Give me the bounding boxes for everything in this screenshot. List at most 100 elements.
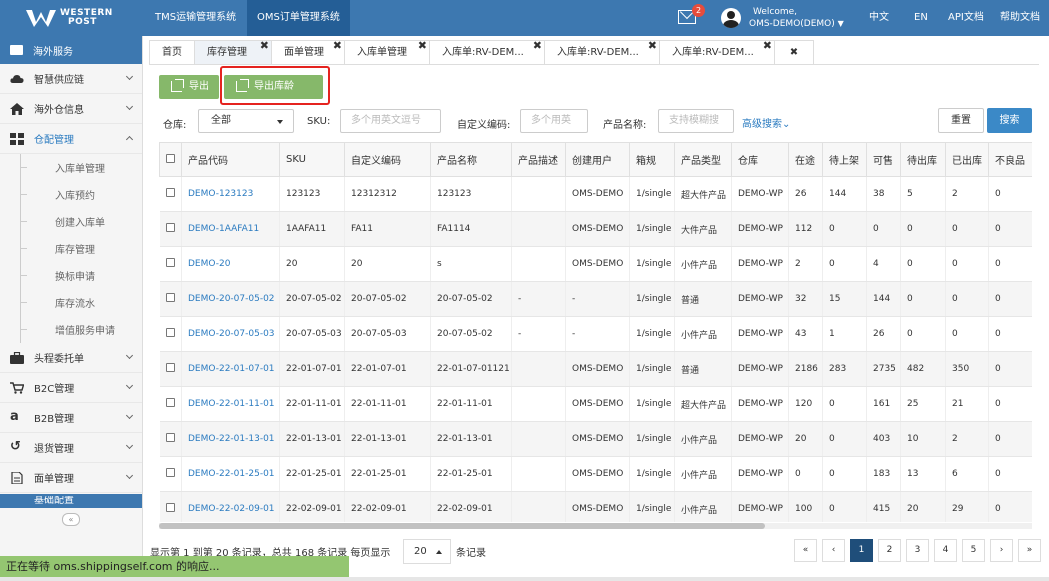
row-checkbox[interactable]: [165, 398, 175, 407]
product-code-link[interactable]: DEMO-1AAFA11: [181, 211, 280, 247]
user-menu[interactable]: Welcome, OMS-DEMO(DEMO) ▼: [749, 7, 844, 30]
api-doc-link[interactable]: API文档: [948, 0, 984, 36]
product-code-link[interactable]: DEMO-22-01-11-01: [181, 386, 280, 422]
row-checkbox-cell[interactable]: [159, 351, 182, 387]
advanced-search-link[interactable]: 高级搜索⌄: [742, 115, 790, 130]
page-button[interactable]: «: [794, 539, 817, 562]
row-checkbox[interactable]: [165, 258, 175, 267]
table-cell: FA1114: [430, 211, 512, 247]
select-all-checkbox-cell[interactable]: [159, 142, 182, 177]
row-checkbox-cell[interactable]: [159, 281, 182, 317]
sidebar-subitem-vas[interactable]: 增值服务申请: [20, 316, 142, 343]
sidebar-subitem-inbound[interactable]: 入库单管理: [20, 154, 142, 181]
row-checkbox-cell[interactable]: [159, 421, 182, 457]
row-checkbox[interactable]: [165, 433, 175, 442]
product-code-link[interactable]: DEMO-22-02-09-01: [181, 491, 280, 522]
table-cell: 0: [900, 281, 946, 317]
select-all-checkbox[interactable]: [166, 153, 175, 163]
tab-home[interactable]: 首页: [149, 40, 195, 64]
product-code-link[interactable]: DEMO-22-01-25-01: [181, 456, 280, 492]
row-checkbox-cell[interactable]: [159, 316, 182, 352]
logo[interactable]: WESTERN POST: [26, 8, 113, 28]
row-checkbox[interactable]: [165, 293, 175, 302]
export-button[interactable]: 导出: [159, 75, 219, 99]
table-cell: 1AAFA11: [279, 211, 345, 247]
close-icon[interactable]: ✖: [533, 34, 542, 58]
row-checkbox-cell[interactable]: [159, 211, 182, 247]
sidebar-item-returns[interactable]: ↺ 退货管理: [0, 433, 142, 463]
chevron-down-icon: ⌄: [782, 119, 791, 130]
tab-inbound-detail-1[interactable]: 入库单:RV-DEM... ✖: [429, 39, 545, 64]
tab-inventory[interactable]: 库存管理 ✖: [194, 39, 272, 64]
page-button[interactable]: 2: [878, 539, 901, 562]
reset-button[interactable]: 重置: [938, 108, 984, 133]
sidebar-subitem-stock-flow[interactable]: 库存流水: [20, 289, 142, 316]
close-icon[interactable]: ✖: [418, 34, 427, 58]
search-button[interactable]: 搜索: [987, 108, 1032, 133]
sidebar-item-b2b[interactable]: a B2B管理: [0, 403, 142, 433]
product-code-link[interactable]: DEMO-20: [181, 246, 280, 282]
tab-inbound[interactable]: 入库单管理 ✖: [344, 39, 430, 64]
custom-code-input[interactable]: 多个用英: [520, 109, 588, 133]
lang-zh-link[interactable]: 中文: [869, 0, 889, 36]
product-code-link[interactable]: DEMO-22-01-13-01: [181, 421, 280, 457]
tab-inbound-detail-2[interactable]: 入库单:RV-DEM... ✖: [544, 39, 660, 64]
close-all-tabs[interactable]: ✖: [774, 40, 814, 64]
sidebar-item-base-config[interactable]: 基础配置: [0, 494, 142, 508]
row-checkbox-cell[interactable]: [159, 386, 182, 422]
row-checkbox[interactable]: [165, 363, 175, 372]
row-checkbox[interactable]: [165, 328, 175, 337]
sidebar-item-warehouse-mgmt[interactable]: 仓配管理: [0, 124, 142, 154]
avatar[interactable]: [721, 8, 741, 28]
logo-text: WESTERN POST: [60, 9, 113, 27]
page-button[interactable]: ‹: [822, 539, 845, 562]
row-checkbox-cell[interactable]: [159, 491, 182, 522]
page-button[interactable]: 4: [934, 539, 957, 562]
sidebar-subitem-inventory[interactable]: 库存管理: [20, 235, 142, 262]
horizontal-scrollbar[interactable]: [159, 523, 1032, 529]
sidebar-subitem-create-inbound[interactable]: 创建入库单: [20, 208, 142, 235]
close-icon[interactable]: ✖: [333, 34, 342, 58]
system-tab-oms[interactable]: OMS订单管理系统: [247, 0, 350, 36]
lang-en-link[interactable]: EN: [914, 0, 928, 36]
page-size-select[interactable]: 20: [403, 539, 451, 564]
system-tab-tms[interactable]: TMS运输管理系统: [145, 0, 246, 36]
warehouse-select[interactable]: 全部: [198, 109, 294, 133]
page-button[interactable]: 5: [962, 539, 985, 562]
sidebar-item-warehouse-info[interactable]: 海外仓信息: [0, 94, 142, 124]
page-button[interactable]: »: [1018, 539, 1041, 562]
page-button[interactable]: 3: [906, 539, 929, 562]
page-button[interactable]: ›: [990, 539, 1013, 562]
product-code-link[interactable]: DEMO-20-07-05-02: [181, 281, 280, 317]
row-checkbox-cell[interactable]: [159, 456, 182, 492]
sidebar-head[interactable]: 海外服务: [0, 36, 142, 64]
sidebar-item-first-leg[interactable]: 头程委托单: [0, 343, 142, 373]
row-checkbox-cell[interactable]: [159, 176, 182, 212]
row-checkbox[interactable]: [165, 468, 175, 477]
product-code-link[interactable]: DEMO-20-07-05-03: [181, 316, 280, 352]
username-line: OMS-DEMO(DEMO) ▼: [749, 18, 844, 30]
sidebar-subitem-relabel[interactable]: 换标申请: [20, 262, 142, 289]
product-name-input[interactable]: 支持模糊搜: [658, 109, 734, 133]
close-icon[interactable]: ✖: [260, 34, 269, 58]
row-checkbox[interactable]: [165, 503, 175, 512]
page-button[interactable]: 1: [850, 539, 873, 562]
table-row: DEMO-20-07-05-02 20-07-05-02 20-07-05-02 20…: [159, 281, 1032, 317]
product-code-link[interactable]: DEMO-22-01-07-01: [181, 351, 280, 387]
tab-inbound-detail-3[interactable]: 入库单:RV-DEM... ✖: [659, 39, 775, 64]
scrollbar-thumb[interactable]: [159, 523, 765, 529]
close-icon[interactable]: ✖: [763, 34, 772, 58]
sidebar-item-supply-chain[interactable]: 智慧供应链: [0, 64, 142, 94]
sidebar-item-labels[interactable]: 面单管理: [0, 463, 142, 493]
row-checkbox-cell[interactable]: [159, 246, 182, 282]
product-code-link[interactable]: DEMO-123123: [181, 176, 280, 212]
sidebar-item-b2c[interactable]: B2C管理: [0, 373, 142, 403]
row-checkbox[interactable]: [165, 188, 175, 197]
tab-labels[interactable]: 面单管理 ✖: [271, 39, 345, 64]
sidebar-collapse-button[interactable]: «: [62, 513, 80, 526]
row-checkbox[interactable]: [165, 223, 175, 232]
close-icon[interactable]: ✖: [648, 34, 657, 58]
sidebar-subitem-booking[interactable]: 入库预约: [20, 181, 142, 208]
sku-input[interactable]: 多个用英文逗号: [340, 109, 441, 133]
help-doc-link[interactable]: 帮助文档: [1000, 0, 1040, 36]
